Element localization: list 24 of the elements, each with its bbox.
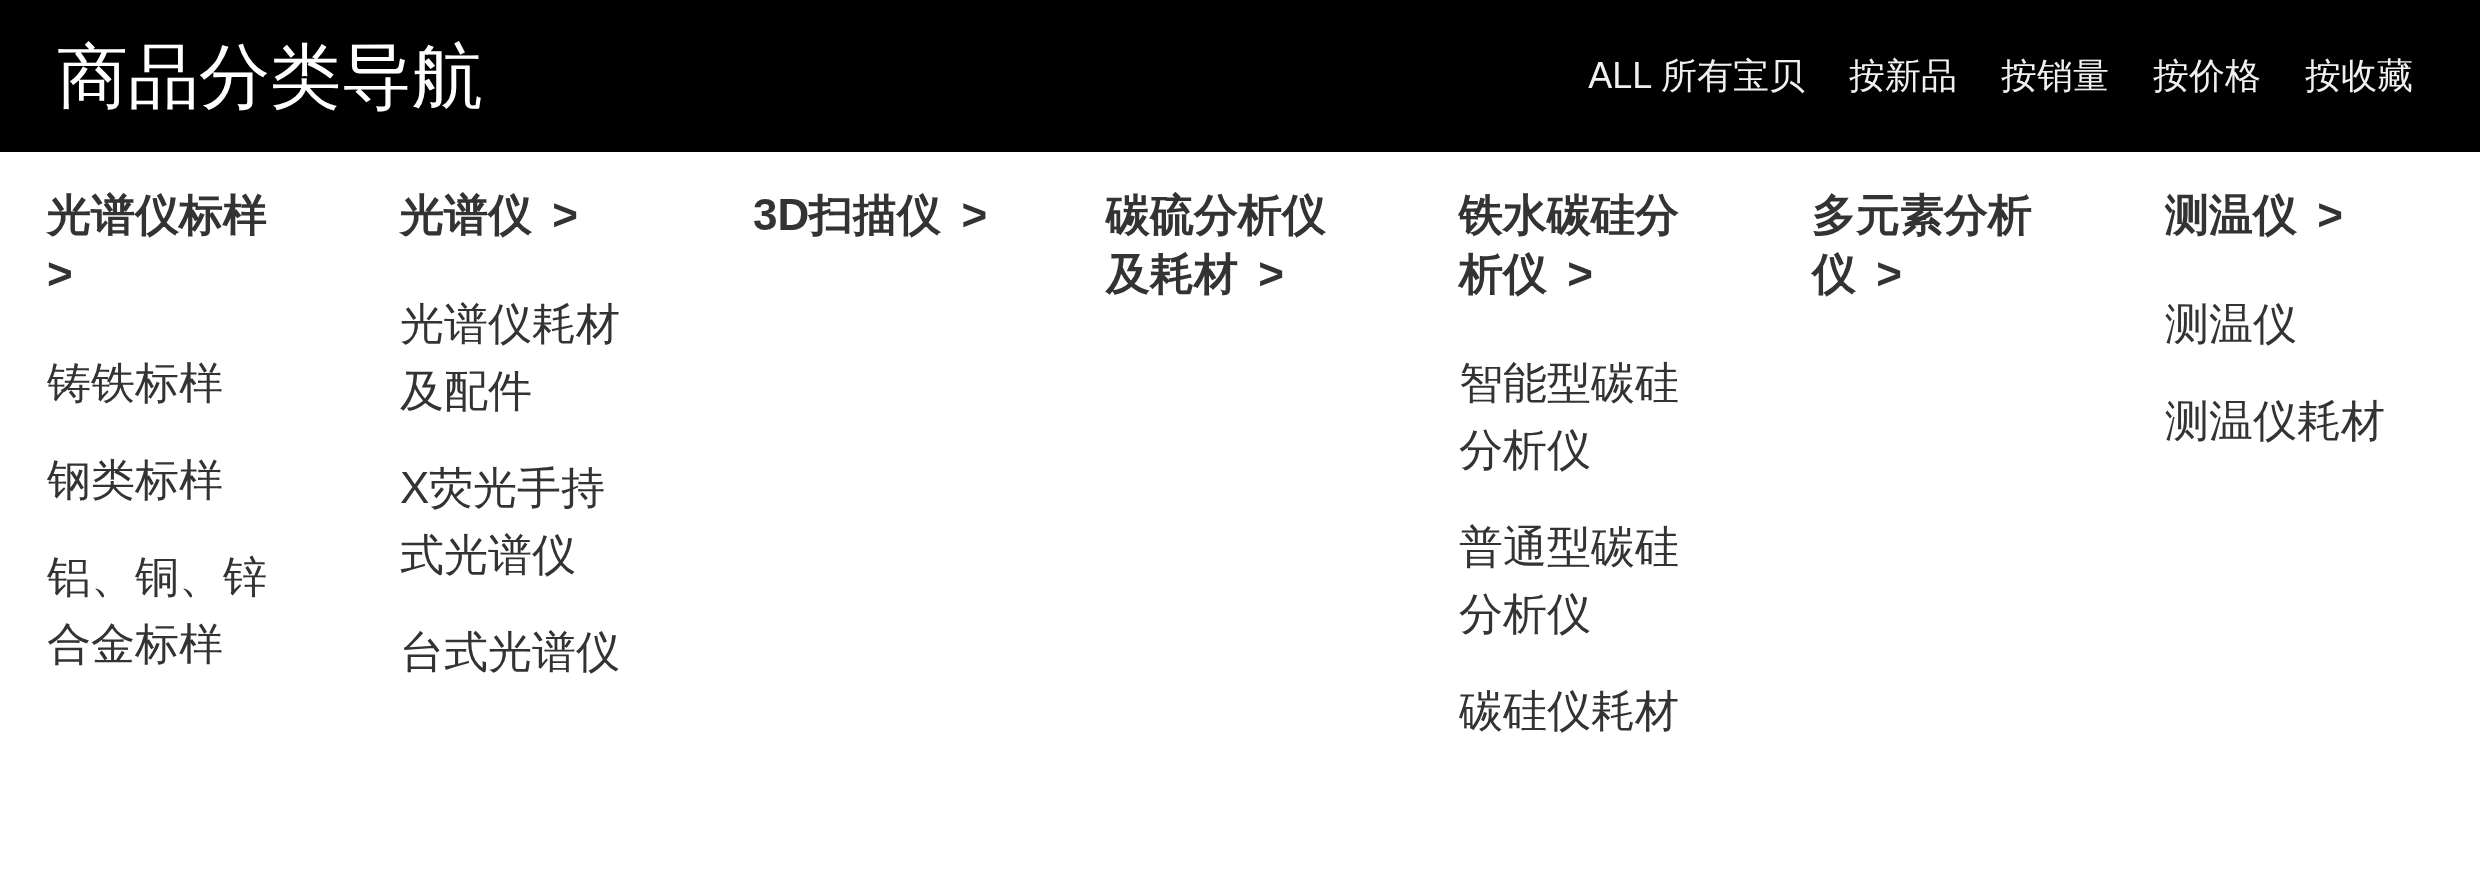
page-title: 商品分类导航 [57, 40, 483, 112]
nav-link[interactable]: 按新品 [1849, 54, 1957, 98]
category-link[interactable]: 光谱仪 > [400, 185, 578, 244]
nav-link[interactable]: 按收藏 [2305, 54, 2413, 98]
subcategory-link[interactable]: X荧光手持式光谱仪 [400, 454, 642, 588]
subcategory-link[interactable]: 铝、铜、锌合金标样 [47, 543, 289, 677]
subcategory-link[interactable]: 台式光谱仪 [400, 618, 620, 685]
category-link[interactable]: 铁水碳硅分析仪 > [1459, 185, 1701, 303]
subcategory-link[interactable]: 钢类标样 [47, 446, 223, 513]
subcategory-link[interactable]: 普通型碳硅分析仪 [1459, 513, 1701, 647]
subcategory-link[interactable]: 测温仪 [2165, 290, 2297, 357]
subcategory-link[interactable]: 光谱仪耗材及配件 [400, 290, 642, 424]
nav-link[interactable]: ALL 所有宝贝 [1588, 54, 1805, 98]
nav-link[interactable]: 按价格 [2153, 54, 2261, 98]
subcategory-link[interactable]: 碳硅仪耗材 [1459, 677, 1679, 744]
category-link[interactable]: 碳硫分析仪及耗材 > [1106, 185, 1348, 303]
category-link[interactable]: 测温仪 > [2165, 185, 2343, 244]
category-link[interactable]: 多元素分析仪 > [1812, 185, 2054, 303]
subcategory-link[interactable]: 智能型碳硅分析仪 [1459, 349, 1701, 483]
subcategory-link[interactable]: 测温仪耗材 [2165, 387, 2385, 454]
subcategory-link[interactable]: 铸铁标样 [47, 349, 223, 416]
category-link[interactable]: 光谱仪标样 > [47, 185, 289, 303]
category-link[interactable]: 3D扫描仪 > [753, 185, 988, 244]
nav-link[interactable]: 按销量 [2001, 54, 2109, 98]
